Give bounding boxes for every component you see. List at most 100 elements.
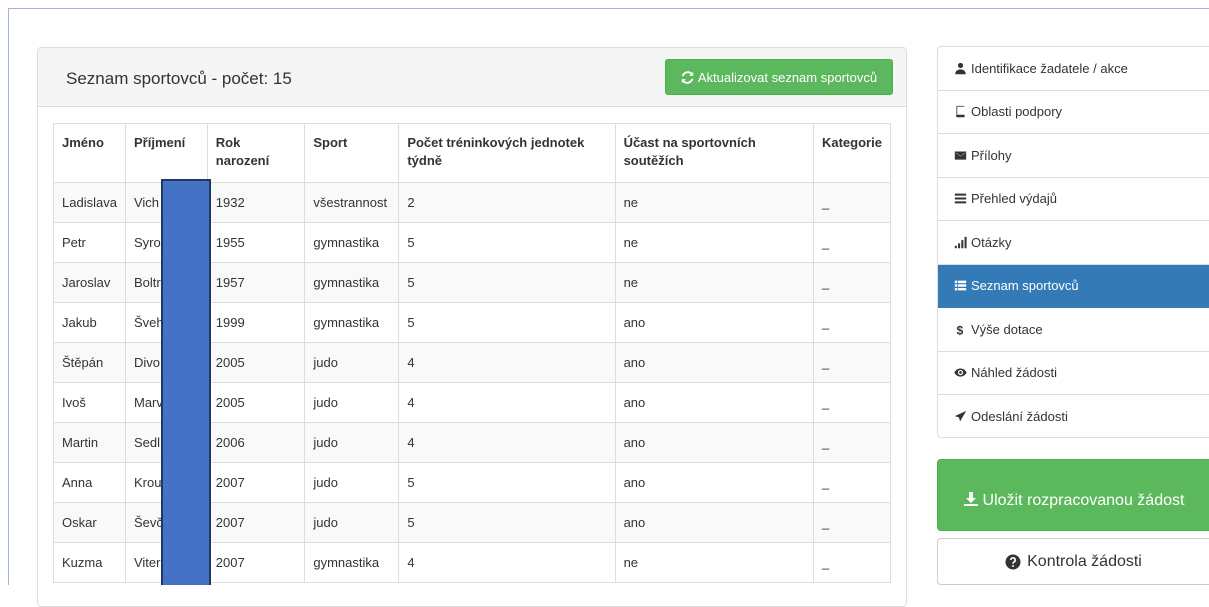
- cell-competitions: ano: [614, 342, 814, 383]
- col-birth-year[interactable]: Rok narození: [206, 123, 306, 183]
- panel-title: Seznam sportovců - počet: 15: [66, 69, 292, 88]
- sidebar-item-prehled-vydaju[interactable]: Přehled výdajů: [938, 178, 1209, 221]
- cell-trainings: 5: [398, 502, 616, 543]
- dollar-icon: $: [956, 323, 963, 336]
- save-draft-label: Uložit rozpracovanou žádost: [982, 491, 1185, 509]
- cell-category: _: [812, 182, 892, 223]
- cell-competitions: ne: [614, 222, 814, 263]
- question-circle-icon: [1005, 554, 1021, 569]
- signal-icon: [954, 236, 967, 248]
- eye-icon: [954, 368, 967, 377]
- cell-sport: judo: [304, 342, 400, 383]
- sidebar-item-label: Výše dotace: [971, 321, 1043, 337]
- sidebar-item-label: Náhled žádosti: [971, 365, 1057, 381]
- cell-competitions: ano: [614, 302, 814, 343]
- sidebar-item-otazky[interactable]: Otázky: [938, 221, 1209, 265]
- cell-trainings: 4: [398, 382, 616, 423]
- cell-birth-year: 2005: [206, 342, 306, 383]
- cell-sport: všestrannost: [304, 182, 400, 223]
- sidebar-item-vyse-dotace[interactable]: $ Výše dotace: [938, 308, 1209, 352]
- cell-first-name: Ladislava: [53, 182, 126, 223]
- sidebar-item-label: Odeslání žádosti: [971, 409, 1068, 425]
- cell-birth-year: 2006: [206, 422, 306, 463]
- col-trainings[interactable]: Počet tréninkových jednotek týdně: [398, 123, 616, 183]
- cell-category: _: [812, 262, 892, 303]
- cell-trainings: 4: [398, 342, 616, 383]
- cell-category: _: [812, 222, 892, 263]
- cell-sport: gymnastika: [304, 262, 400, 303]
- sidebar-item-label: Seznam sportovců: [971, 278, 1079, 294]
- th-list-icon: [954, 280, 967, 291]
- col-competitions[interactable]: Účast na sportovních soutěžích: [614, 123, 814, 183]
- cell-category: _: [812, 542, 892, 583]
- cell-sport: judo: [304, 462, 400, 503]
- panel-heading: Seznam sportovců - počet: 15 Aktualizova…: [38, 48, 906, 107]
- svg-text:$: $: [956, 323, 963, 336]
- cell-trainings: 5: [398, 262, 616, 303]
- cell-first-name: Štěpán: [53, 342, 126, 383]
- cell-competitions: ano: [614, 462, 814, 503]
- cell-competitions: ano: [614, 422, 814, 463]
- save-draft-button[interactable]: Uložit rozpracovanou žádost: [937, 459, 1209, 531]
- cell-competitions: ano: [614, 502, 814, 543]
- sidebar-item-label: Identifikace žadatele / akce: [971, 60, 1128, 76]
- sidebar-item-label: Přehled výdajů: [971, 191, 1057, 207]
- sidebar-item-seznam-sportovcu[interactable]: Seznam sportovců: [938, 264, 1209, 308]
- cell-first-name: Ivoš: [53, 382, 126, 423]
- cell-sport: judo: [304, 382, 400, 423]
- cell-trainings: 5: [398, 462, 616, 503]
- cell-trainings: 2: [398, 182, 616, 223]
- col-sport[interactable]: Sport: [304, 123, 400, 183]
- check-application-label: Kontrola žádosti: [1027, 552, 1142, 570]
- sidebar-item-oblasti-podpory[interactable]: Oblasti podpory: [938, 91, 1209, 134]
- cell-birth-year: 2005: [206, 382, 306, 423]
- col-last-name[interactable]: Příjmení: [124, 123, 208, 183]
- sidebar-item-label: Přílohy: [971, 147, 1012, 163]
- cell-first-name: Oskar: [53, 502, 126, 543]
- cell-competitions: ne: [614, 262, 814, 303]
- cell-sport: judo: [304, 422, 400, 463]
- user-icon: [955, 62, 966, 74]
- check-application-button[interactable]: Kontrola žádosti: [937, 538, 1209, 585]
- cell-category: _: [812, 462, 892, 503]
- cell-birth-year: 1955: [206, 222, 306, 263]
- cell-sport: gymnastika: [304, 302, 400, 343]
- table-header-row: Jméno Příjmení Rok narození Sport Počet …: [53, 123, 892, 183]
- sidebar-item-label: Otázky: [971, 234, 1012, 250]
- sidebar-item-nahled-zadosti[interactable]: Náhled žádosti: [938, 352, 1209, 395]
- cell-first-name: Jakub: [53, 302, 126, 343]
- cell-competitions: ne: [614, 542, 814, 583]
- envelope-icon: [954, 151, 967, 160]
- col-category[interactable]: Kategorie: [812, 123, 892, 183]
- cell-trainings: 4: [398, 422, 616, 463]
- cell-trainings: 5: [398, 222, 616, 263]
- cell-sport: gymnastika: [304, 222, 400, 263]
- sidebar-item-odeslani-zadosti[interactable]: Odeslání žádosti: [938, 395, 1209, 439]
- cell-competitions: ano: [614, 382, 814, 423]
- window-frame-top: [8, 8, 1209, 9]
- cell-birth-year: 2007: [206, 502, 306, 543]
- cell-first-name: Kuzma: [53, 542, 126, 583]
- cell-competitions: ne: [614, 182, 814, 223]
- sidebar-item-prilohy[interactable]: Přílohy: [938, 134, 1209, 178]
- cell-sport: gymnastika: [304, 542, 400, 583]
- cell-category: _: [812, 422, 892, 463]
- cell-category: _: [812, 342, 892, 383]
- cell-birth-year: 2007: [206, 462, 306, 503]
- cell-trainings: 5: [398, 302, 616, 343]
- cell-trainings: 4: [398, 542, 616, 583]
- cell-birth-year: 2007: [206, 542, 306, 583]
- cell-sport: judo: [304, 502, 400, 543]
- refresh-icon: [681, 70, 694, 84]
- cell-birth-year: 1932: [206, 182, 306, 223]
- sidebar-item-identifikace-zadatele-akce[interactable]: Identifikace žadatele / akce: [938, 47, 1209, 91]
- refresh-athletes-label: Aktualizovat seznam sportovců: [697, 69, 878, 85]
- send-icon: [954, 411, 967, 422]
- cell-category: _: [812, 382, 892, 423]
- list-icon: [954, 193, 967, 204]
- cell-first-name: Petr: [53, 222, 126, 263]
- book-icon: [956, 106, 965, 118]
- refresh-athletes-button[interactable]: Aktualizovat seznam sportovců: [665, 59, 893, 95]
- download-icon: [963, 491, 978, 506]
- col-first-name[interactable]: Jméno: [53, 123, 126, 183]
